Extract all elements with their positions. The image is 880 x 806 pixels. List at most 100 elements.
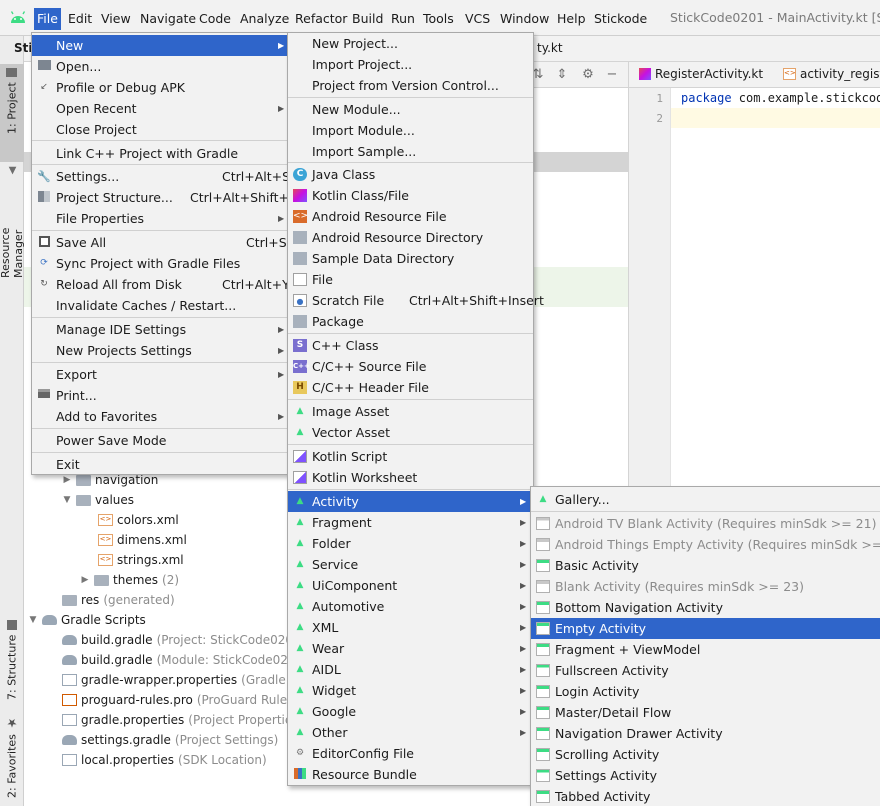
new-menu-folder[interactable]: ▲ Folder ▶ [288,533,533,554]
new-menu-image-asset[interactable]: ▲ Image Asset [288,401,533,422]
file-menu-export[interactable]: Export ▶ [32,364,288,385]
new-menu-resource-bundle[interactable]: Resource Bundle [288,764,533,785]
new-menu-other[interactable]: ▲ Other ▶ [288,722,533,743]
tab-project[interactable]: 1: Project [0,64,24,162]
expand-arrow-icon[interactable]: ▶ [80,570,90,590]
tree-item-local-properties[interactable]: local.properties (SDK Location) [62,750,267,770]
menu-analyze[interactable]: Analyze [240,10,289,28]
file-menu-link-cpp[interactable]: Link C++ Project with Gradle [32,143,288,164]
new-menu-cpp-source-file[interactable]: C++ C/C++ Source File [288,356,533,377]
activity-menu-bottom-navigation[interactable]: Bottom Navigation Activity [531,597,880,618]
new-menu-uicomponent[interactable]: ▲ UiComponent ▶ [288,575,533,596]
file-menu-new-projects-settings[interactable]: New Projects Settings ▶ [32,340,288,361]
collapse-arrow-icon[interactable]: ▼ [28,610,38,630]
tree-item-build-gradle-module[interactable]: build.gradle (Module: StickCode0201.a [62,650,314,670]
menu-file[interactable]: File [34,8,61,30]
new-menu-vector-asset[interactable]: ▲ Vector Asset [288,422,533,443]
activity-menu-login[interactable]: Login Activity [531,681,880,702]
activity-menu-master-detail[interactable]: Master/Detail Flow [531,702,880,723]
new-menu-wear[interactable]: ▲ Wear ▶ [288,638,533,659]
new-menu-kotlin-script[interactable]: Kotlin Script [288,446,533,467]
new-menu-android-resource-directory[interactable]: Android Resource Directory [288,227,533,248]
editor-tab-fragment[interactable]: ty.kt [537,41,563,55]
activity-menu-android-things-empty[interactable]: Android Things Empty Activity (Requires … [531,534,880,555]
new-menu-import-project[interactable]: Import Project... [288,54,533,75]
tree-item-gradle-wrapper-properties[interactable]: gradle-wrapper.properties (Gradle Vers [62,670,315,690]
activity-menu-navigation-drawer[interactable]: Navigation Drawer Activity [531,723,880,744]
activity-menu-empty[interactable]: Empty Activity [531,618,880,639]
new-menu-java-class[interactable]: C Java Class [288,164,533,185]
new-menu-new-project[interactable]: New Project... [288,33,533,54]
gear-icon[interactable]: ⚙ [580,67,596,83]
file-menu-power-save-mode[interactable]: Power Save Mode [32,430,288,451]
new-menu-new-module[interactable]: New Module... [288,99,533,120]
new-menu-widget[interactable]: ▲ Widget ▶ [288,680,533,701]
file-menu-open[interactable]: Open... [32,56,288,77]
new-menu-kotlin-worksheet[interactable]: Kotlin Worksheet [288,467,533,488]
file-menu-open-recent[interactable]: Open Recent ▶ [32,98,288,119]
new-menu-automotive[interactable]: ▲ Automotive ▶ [288,596,533,617]
activity-menu-scrolling[interactable]: Scrolling Activity [531,744,880,765]
tree-item-gradle-properties[interactable]: gradle.properties (Project Properties) [62,710,303,730]
activity-menu-tabbed[interactable]: Tabbed Activity [531,786,880,806]
new-menu-xml[interactable]: ▲ XML ▶ [288,617,533,638]
tree-item-build-gradle-project[interactable]: build.gradle (Project: StickCode0201) [62,630,305,650]
activity-menu-blank[interactable]: Blank Activity (Requires minSdk >= 23) [531,576,880,597]
file-menu-sync-gradle[interactable]: ⟳ Sync Project with Gradle Files [32,253,288,274]
activity-menu-settings[interactable]: Settings Activity [531,765,880,786]
menu-window[interactable]: Window [500,10,549,28]
file-menu-save-all[interactable]: Save All Ctrl+S [32,232,288,253]
new-menu-project-from-vcs[interactable]: Project from Version Control... [288,75,533,96]
file-menu-project-structure[interactable]: Project Structure... Ctrl+Alt+Shift+S [32,187,297,208]
tree-item-dimens-xml[interactable]: <> dimens.xml [98,530,187,550]
tree-item-gradle-scripts[interactable]: ▼ Gradle Scripts [28,610,146,630]
new-menu-scratch-file[interactable]: ● Scratch File Ctrl+Alt+Shift+Insert [288,290,544,311]
new-menu-import-module[interactable]: Import Module... [288,120,533,141]
menu-build[interactable]: Build [352,10,383,28]
tree-item-strings-xml[interactable]: <> strings.xml [98,550,184,570]
tab-favorites[interactable]: 2: Favorites ★ [0,712,24,804]
activity-menu-gallery[interactable]: ▲ Gallery... [531,489,880,510]
tree-item-colors-xml[interactable]: <> colors.xml [98,510,179,530]
activity-menu-fragment-viewmodel[interactable]: Fragment + ViewModel [531,639,880,660]
tree-item-settings-gradle[interactable]: settings.gradle (Project Settings) [62,730,278,750]
minimize-icon[interactable]: − [604,67,620,83]
file-menu-reload-from-disk[interactable]: ↻ Reload All from Disk Ctrl+Alt+Y [32,274,290,295]
code-line[interactable]: package com.example.stickcode [681,91,880,105]
file-menu-add-to-favorites[interactable]: Add to Favorites ▶ [32,406,288,427]
file-menu-settings[interactable]: 🔧 Settings... Ctrl+Alt+S [32,166,290,187]
file-menu-invalidate-caches[interactable]: Invalidate Caches / Restart... [32,295,288,316]
menu-run[interactable]: Run [391,10,415,28]
tree-item-values[interactable]: ▼ values [62,490,135,510]
new-menu-aidl[interactable]: ▲ AIDL ▶ [288,659,533,680]
new-menu-import-sample[interactable]: Import Sample... [288,141,533,162]
new-menu-sample-data-directory[interactable]: Sample Data Directory [288,248,533,269]
file-menu-close-project[interactable]: Close Project [32,119,288,140]
menu-refactor[interactable]: Refactor [295,10,347,28]
new-menu-activity[interactable]: ▲ Activity ▶ [288,491,533,512]
menu-tools[interactable]: Tools [423,10,454,28]
activity-menu-android-tv-blank[interactable]: Android TV Blank Activity (Requires minS… [531,513,880,534]
menu-view[interactable]: View [101,10,131,28]
new-menu-service[interactable]: ▲ Service ▶ [288,554,533,575]
tab-resource-manager[interactable]: Resource Manager ▲ [0,162,25,282]
new-menu-android-resource-file[interactable]: <> Android Resource File [288,206,533,227]
menu-vcs[interactable]: VCS [465,10,490,28]
file-menu-file-properties[interactable]: File Properties ▶ [32,208,288,229]
new-menu-cpp-header-file[interactable]: H C/C++ Header File [288,377,533,398]
activity-menu-basic[interactable]: Basic Activity [531,555,880,576]
file-menu-new[interactable]: New ▶ [32,35,288,56]
tab-structure[interactable]: 7: Structure [0,616,24,712]
collapse-arrow-icon[interactable]: ▼ [62,490,72,510]
new-menu-kotlin-class[interactable]: Kotlin Class/File [288,185,533,206]
new-menu-cpp-class[interactable]: S C++ Class [288,335,533,356]
tree-item-themes[interactable]: ▶ themes (2) [80,570,180,590]
tab-register-activity[interactable]: RegisterActivity.kt [639,67,763,81]
new-menu-file[interactable]: File [288,269,533,290]
tree-item-res-generated[interactable]: res (generated) [62,590,175,610]
tree-item-proguard-rules[interactable]: proguard-rules.pro (ProGuard Rules fo [62,690,309,710]
expand-all-icon[interactable]: ⇕ [554,67,570,83]
menu-edit[interactable]: Edit [68,10,92,28]
file-menu-profile-debug-apk[interactable]: ↙ Profile or Debug APK [32,77,288,98]
menu-navigate[interactable]: Navigate [140,10,196,28]
